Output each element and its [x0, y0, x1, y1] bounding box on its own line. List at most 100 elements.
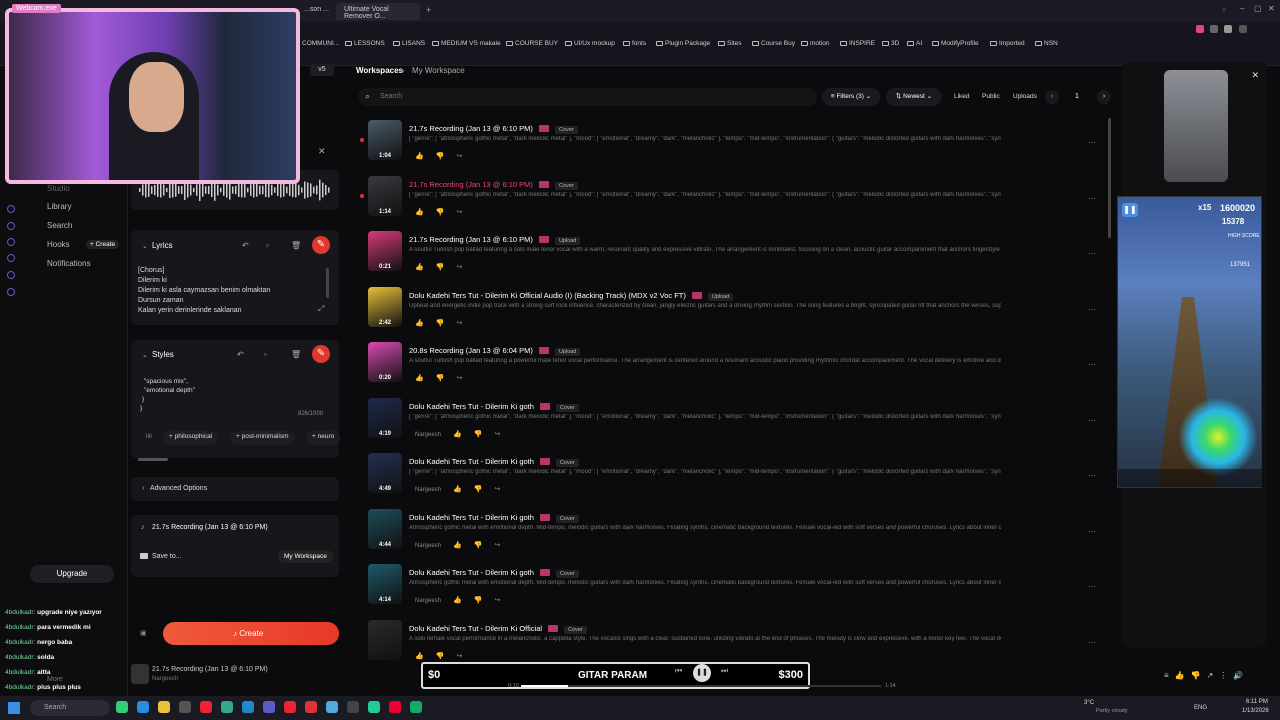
undo-icon[interactable]: ↶ [237, 350, 244, 359]
liked-filter[interactable]: Liked [954, 93, 970, 100]
song-title[interactable]: 21.7s Recording (Jan 13 @ 6:10 PM) Upload [409, 235, 581, 245]
song-title[interactable]: 21.7s Recording (Jan 13 @ 6:10 PM) Cover [409, 180, 578, 190]
close-icon[interactable]: ✕ [1251, 70, 1259, 81]
song-author[interactable]: Nargeesh [415, 487, 441, 493]
bookmark[interactable]: AI [907, 40, 922, 47]
share-icon[interactable]: ↪ [456, 209, 462, 216]
public-filter[interactable]: Public [982, 93, 1000, 100]
song-author[interactable]: Nargeesh [415, 543, 441, 549]
undo-icon[interactable]: ↶ [242, 241, 249, 250]
song-thumbnail[interactable]: 0:21 [368, 231, 402, 271]
random-lyrics-button[interactable]: ✎ [312, 236, 330, 254]
filters-button[interactable]: ≡ Filters (3) ⌄ [822, 88, 880, 106]
dislike-icon[interactable]: 👎 [436, 153, 445, 160]
trash-icon[interactable]: 🗑 [291, 241, 301, 250]
like-icon[interactable]: 👍 [453, 542, 462, 549]
song-title[interactable]: Dolu Kadehi Ters Tut - Dilerim Ki Offici… [409, 624, 587, 634]
share-icon[interactable]: ↪ [456, 264, 462, 271]
maximize-icon[interactable]: ▢ [1254, 4, 1262, 13]
chips-scrollbar[interactable] [138, 458, 168, 461]
sidebar-item-library[interactable]: Library [47, 202, 71, 211]
taskbar-app-icon[interactable] [158, 701, 170, 713]
like-icon[interactable]: 👍 [453, 597, 462, 604]
prev-page-button[interactable]: ‹ [1045, 90, 1059, 104]
language-indicator[interactable]: ENG [1194, 705, 1207, 711]
more-options-icon[interactable]: ⋯ [1088, 527, 1096, 536]
more-options-icon[interactable]: ⋯ [1088, 360, 1096, 369]
song-title[interactable]: Dolu Kadehi Ters Tut - Dilerim Ki Offici… [409, 291, 734, 301]
more-options-icon[interactable]: ⋯ [1088, 638, 1096, 647]
more-options-icon[interactable]: ⋯ [1088, 305, 1096, 314]
taskbar-app-icon[interactable] [305, 701, 317, 713]
pause-icon[interactable]: ❚❚ [1122, 203, 1138, 217]
sidebar-item-notifications[interactable]: Notifications [47, 259, 91, 268]
uploads-filter[interactable]: Uploads [1013, 93, 1037, 100]
bookmark[interactable]: COURSE BUY [506, 40, 558, 47]
bell-nav-icon[interactable] [7, 254, 15, 262]
library-nav-icon[interactable] [7, 222, 15, 230]
lyrics-scrollbar[interactable] [326, 268, 329, 298]
bookmark[interactable]: Imported [990, 40, 1025, 47]
song-thumbnail[interactable]: 1:14 [368, 175, 402, 216]
song-row[interactable]: 4:44 Dolu Kadehi Ters Tut - Dilerim Ki go… [360, 507, 1112, 562]
taskbar-app-icon[interactable] [137, 701, 149, 713]
bookmark[interactable]: LISANS [393, 40, 425, 47]
more-options-icon[interactable]: ⋯ [1088, 416, 1096, 425]
folder-nav-icon[interactable] [7, 271, 15, 279]
taskbar-app-icon[interactable] [263, 701, 275, 713]
taskbar-app-icon[interactable] [347, 701, 359, 713]
song-row[interactable]: 0:20 20.8s Recording (Jan 13 @ 6:04 PM) Up… [360, 340, 1112, 395]
sidebar-item-studio[interactable]: Studio [47, 184, 70, 193]
song-row[interactable]: 0:21 21.7s Recording (Jan 13 @ 6:10 PM) Up… [360, 229, 1112, 284]
more-options-icon[interactable]: ⋯ [1088, 582, 1096, 591]
bookmark[interactable]: Plugin Package [656, 40, 710, 47]
heart-nav-icon[interactable] [7, 238, 15, 246]
song-thumbnail[interactable]: 4:19 [368, 397, 402, 438]
bookmark[interactable]: LESSONS [345, 40, 385, 47]
taskbar-app-icon[interactable] [200, 701, 212, 713]
taskbar-app-icon[interactable] [389, 701, 401, 713]
bookmark[interactable]: fonts [623, 40, 646, 47]
dislike-icon[interactable]: 👎 [474, 542, 483, 549]
dislike-icon[interactable]: 👎 [474, 597, 483, 604]
like-icon[interactable]: 👍 [415, 209, 424, 216]
player-right-controls[interactable]: ≡👍👎↗⋮🔊 [1164, 671, 1249, 680]
dislike-icon[interactable]: 👎 [474, 486, 483, 493]
dislike-icon[interactable]: 👎 [474, 431, 483, 438]
taskbar-search[interactable]: Search [30, 700, 110, 716]
song-thumbnail[interactable]: 4:44 [368, 508, 402, 549]
previous-icon[interactable]: ⏮ [675, 666, 682, 676]
bookmark[interactable]: Sites [718, 40, 741, 47]
dislike-icon[interactable]: 👎 [436, 320, 445, 327]
bookmark[interactable]: MEDIUM VS makale [432, 40, 501, 47]
next-icon[interactable]: ⏭ [721, 666, 728, 676]
song-title[interactable]: Dolu Kadehi Ters Tut - Dilerim Ki goth Co… [409, 568, 579, 578]
chevron-down-icon[interactable]: ⌄ [142, 351, 148, 359]
clock-time[interactable]: 6:11 PM [1246, 699, 1268, 705]
like-icon[interactable]: 👍 [415, 320, 424, 327]
more-options-icon[interactable]: ⋯ [1088, 471, 1096, 480]
song-row[interactable]: 2:42 Dolu Kadehi Ters Tut - Dilerim Ki Of… [360, 285, 1112, 340]
sidebar-item-search[interactable]: Search [47, 221, 72, 230]
song-title[interactable]: 20.8s Recording (Jan 13 @ 6:04 PM) Upload [409, 346, 581, 356]
bookmark[interactable]: UI/Ux mockup [565, 40, 615, 47]
sidebar-item-hooks[interactable]: Hooks [47, 240, 70, 249]
new-tab-icon[interactable]: + [426, 5, 431, 15]
more-options-icon[interactable]: ⋯ [1088, 194, 1096, 203]
song-thumbnail[interactable]: 1:04 [368, 120, 402, 160]
song-row[interactable]: 4:19 Dolu Kadehi Ters Tut - Dilerim Ki go… [360, 396, 1112, 451]
chevron-down-icon[interactable]: ⌄ [142, 242, 148, 250]
close-window-icon[interactable]: ✕ [1268, 4, 1275, 13]
studio-nav-icon[interactable] [7, 205, 15, 213]
song-author[interactable]: Nargeesh [415, 432, 441, 438]
song-row[interactable]: 4:14 Dolu Kadehi Ters Tut - Dilerim Ki go… [360, 562, 1112, 617]
styles-text[interactable]: "spacious mix", "emotional depth" } } [140, 377, 195, 413]
dislike-icon[interactable]: 👎 [436, 375, 445, 382]
share-icon[interactable]: ↪ [456, 153, 462, 160]
like-icon[interactable]: 👍 [415, 375, 424, 382]
expand-icon[interactable]: ⤢ [318, 304, 324, 314]
style-chip[interactable]: + post-minimalism [230, 431, 295, 445]
song-thumbnail[interactable]: 4:14 [368, 564, 402, 604]
song-thumbnail[interactable]: 4:49 [368, 453, 402, 493]
bookmark[interactable]: 3D [882, 40, 899, 47]
